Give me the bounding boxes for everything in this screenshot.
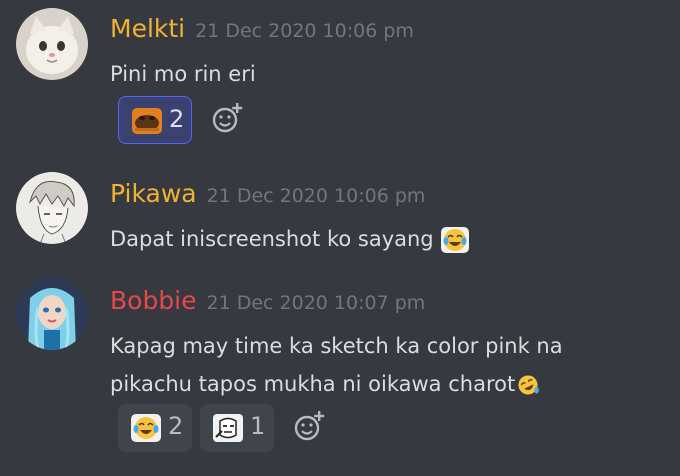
add-reaction-button[interactable] xyxy=(210,100,246,136)
username[interactable]: Melkti xyxy=(110,14,185,43)
crying-laughing-emoji-icon xyxy=(131,414,161,442)
reaction-count: 2 xyxy=(169,105,185,133)
reaction-meme-face[interactable]: 1 xyxy=(200,404,274,452)
elsa-avatar-icon xyxy=(16,278,88,350)
reaction-crying-laughing[interactable]: 2 xyxy=(118,404,192,452)
message-header: Pikawa 21 Dec 2020 10:06 pm xyxy=(110,179,425,208)
message-text-line: pikachu tapos mukha ni oikawa charot xyxy=(110,365,563,403)
brown-creature-emoji-icon xyxy=(132,108,162,134)
message-header: Bobbie 21 Dec 2020 10:07 pm xyxy=(110,286,425,315)
timestamp: 21 Dec 2020 10:06 pm xyxy=(195,20,414,42)
smiley-plus-icon xyxy=(294,411,325,441)
avatar-melkti[interactable] xyxy=(16,8,88,80)
reaction-count: 2 xyxy=(168,412,184,440)
add-reaction-button[interactable] xyxy=(292,408,328,444)
message-text-body: Dapat iniscreenshot ko sayang xyxy=(110,227,434,251)
crying-laughing-emoji-icon xyxy=(441,227,470,253)
smiley-plus-icon xyxy=(212,103,243,133)
avatar-bobbie[interactable] xyxy=(16,278,88,350)
avatar-pikawa[interactable] xyxy=(16,172,88,244)
reaction-count: 1 xyxy=(250,412,266,440)
message-text: Kapag may time ka sketch ka color pink n… xyxy=(110,327,563,403)
message-header: Melkti 21 Dec 2020 10:06 pm xyxy=(110,14,414,43)
rolling-laughing-emoji-icon xyxy=(518,375,540,395)
message-text-line: Kapag may time ka sketch ka color pink n… xyxy=(110,334,563,358)
timestamp: 21 Dec 2020 10:07 pm xyxy=(206,292,426,314)
anime-sketch-avatar-icon xyxy=(16,172,88,244)
reaction-brown-creature[interactable]: 2 xyxy=(118,96,192,144)
message-text: Pini mo rin eri xyxy=(110,62,256,86)
meme-face-emoji-icon xyxy=(213,414,243,442)
timestamp: 21 Dec 2020 10:06 pm xyxy=(206,185,426,207)
message-text-line-body: pikachu tapos mukha ni oikawa charot xyxy=(110,372,516,396)
username[interactable]: Pikawa xyxy=(110,179,197,208)
username[interactable]: Bobbie xyxy=(110,286,197,315)
message-text: Dapat iniscreenshot ko sayang xyxy=(110,220,470,258)
cat-avatar-icon xyxy=(16,8,88,80)
